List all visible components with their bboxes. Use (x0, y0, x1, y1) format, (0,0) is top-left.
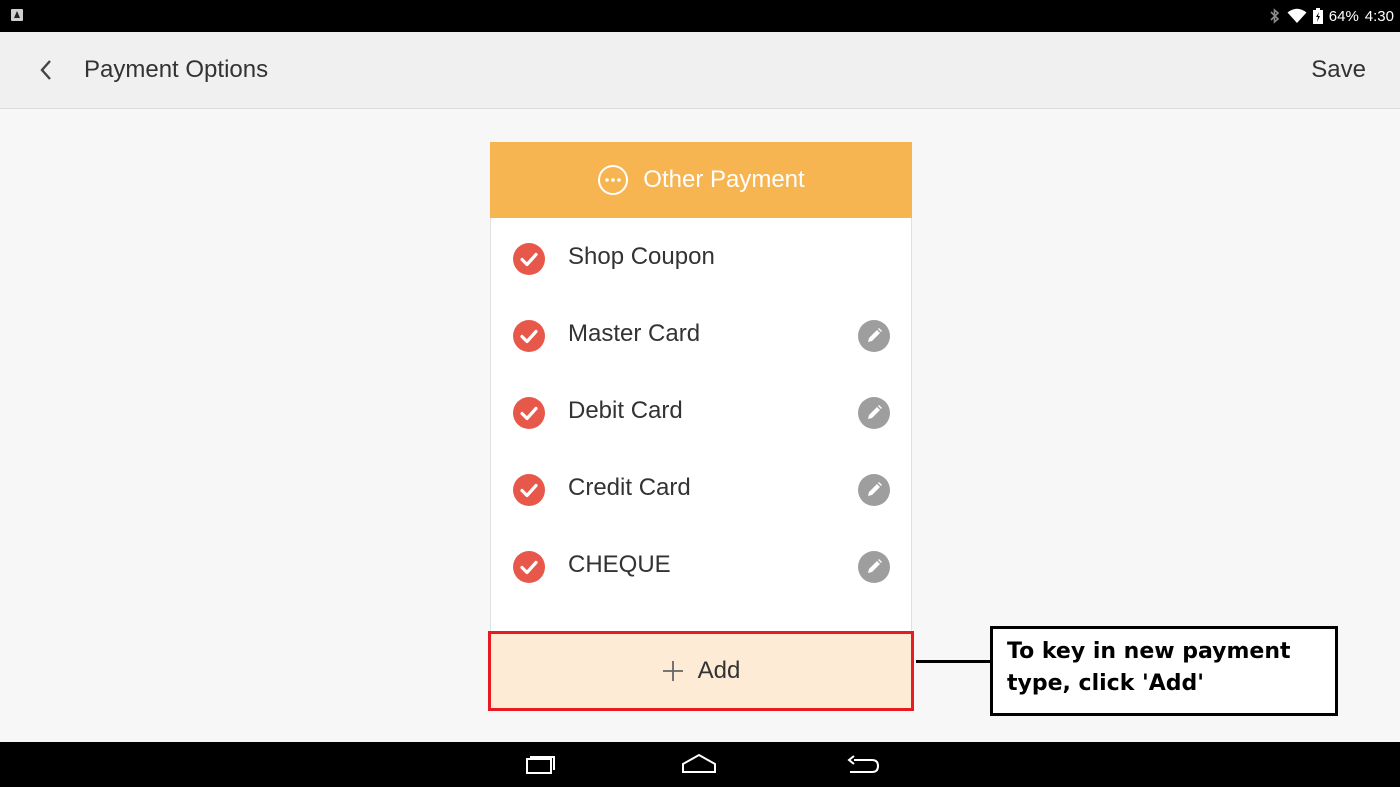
chevron-left-icon (40, 60, 51, 80)
recent-apps-icon (526, 756, 555, 774)
payment-list: Shop Coupon Master Card Debit Card Credi… (491, 218, 911, 603)
back-button[interactable] (26, 50, 66, 90)
status-icons: 64% 4:30 (1269, 0, 1394, 32)
recent-apps-button[interactable] (520, 750, 560, 780)
add-label: Add (697, 657, 741, 684)
add-payment-button[interactable]: Add (488, 631, 914, 711)
wifi-icon (1287, 8, 1307, 24)
pencil-icon[interactable] (858, 397, 890, 429)
navigation-bar (0, 742, 1400, 787)
callout-connector (916, 660, 990, 663)
plus-icon (662, 661, 683, 681)
check-circle-icon[interactable] (513, 243, 545, 275)
payment-item-master-card[interactable]: Master Card (491, 295, 911, 372)
payment-item-cheque[interactable]: CHEQUE (491, 526, 911, 603)
payment-label: CHEQUE (568, 551, 671, 578)
battery-icon (1312, 8, 1323, 24)
clock: 4:30 (1364, 7, 1394, 25)
notification-icon (11, 9, 23, 21)
more-horizontal-circle-icon (598, 165, 629, 195)
back-arrow-icon (847, 755, 880, 773)
battery-percent: 64% (1328, 7, 1359, 25)
action-bar: Payment Options Save (0, 32, 1400, 109)
page-title: Payment Options (84, 56, 269, 83)
pencil-icon[interactable] (858, 474, 890, 506)
card-header-title: Other Payment (643, 166, 805, 193)
payment-label: Master Card (568, 320, 701, 347)
check-circle-icon[interactable] (513, 551, 545, 583)
bluetooth-icon (1269, 8, 1281, 24)
payment-item-credit-card[interactable]: Credit Card (491, 449, 911, 526)
payment-label: Credit Card (568, 474, 691, 501)
home-button[interactable] (680, 750, 720, 780)
home-icon (682, 753, 716, 773)
check-circle-icon[interactable] (513, 474, 545, 506)
save-button[interactable]: Save (1311, 56, 1366, 84)
payment-card: Other Payment Shop Coupon Master Card De… (490, 142, 912, 710)
payment-item-shop-coupon[interactable]: Shop Coupon (491, 218, 911, 295)
payment-label: Debit Card (568, 397, 683, 424)
pencil-icon[interactable] (858, 551, 890, 583)
payment-label: Shop Coupon (568, 243, 715, 270)
check-circle-icon[interactable] (513, 320, 545, 352)
check-circle-icon[interactable] (513, 397, 545, 429)
back-nav-button[interactable] (842, 750, 882, 780)
pencil-icon[interactable] (858, 320, 890, 352)
status-bar: 64% 4:30 (0, 0, 1400, 32)
payment-item-debit-card[interactable]: Debit Card (491, 372, 911, 449)
card-header: Other Payment (490, 142, 912, 218)
callout-box: To key in new payment type, click 'Add' (990, 626, 1338, 716)
